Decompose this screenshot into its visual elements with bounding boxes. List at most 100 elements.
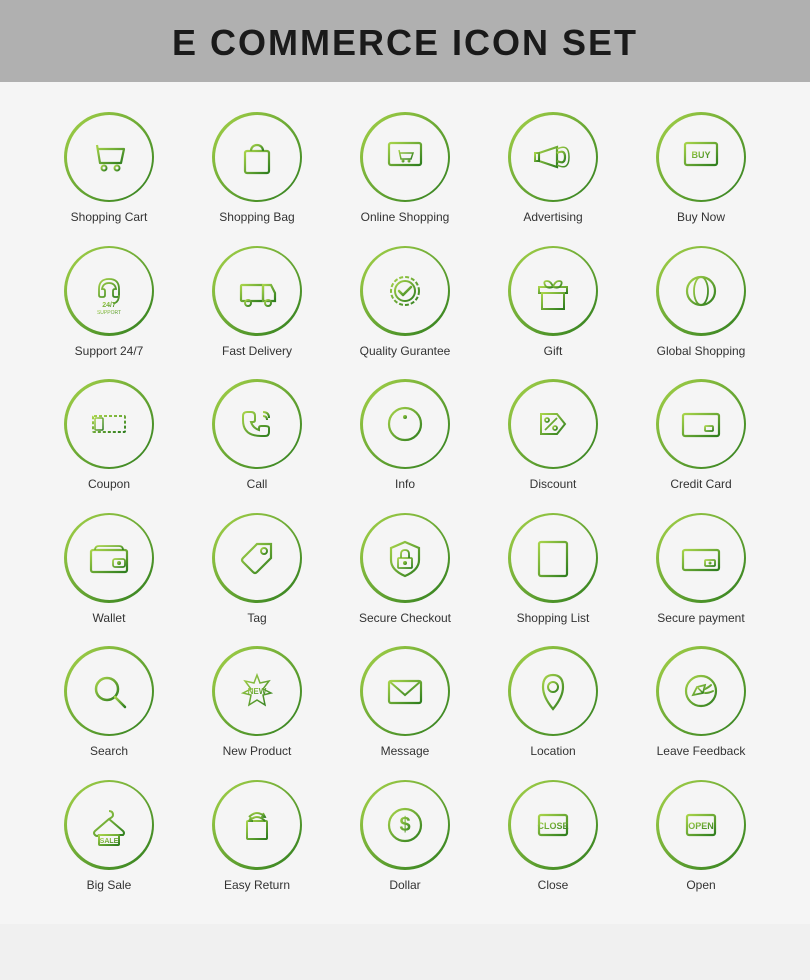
icon-item-leave-feedback: Leave Feedback — [632, 646, 770, 760]
leave-feedback-icon — [677, 667, 725, 715]
new-product-label: New Product — [223, 744, 292, 760]
icon-circle-open: OPEN — [656, 780, 746, 870]
icon-circle-new-product: NEW — [212, 646, 302, 736]
shopping-bag-icon — [233, 133, 281, 181]
icon-circle-secure-checkout — [360, 513, 450, 603]
icon-circle-buy-now: BUY — [656, 112, 746, 202]
shopping-list-label: Shopping List — [517, 611, 590, 627]
page-header: E COMMERCE ICON SET — [0, 0, 810, 82]
icon-item-shopping-list: Shopping List — [484, 513, 622, 627]
icon-item-online-shopping: Online Shopping — [336, 112, 474, 226]
icon-item-open: OPEN Open — [632, 780, 770, 894]
gift-icon — [529, 267, 577, 315]
easy-return-icon — [233, 801, 281, 849]
icon-item-secure-checkout: Secure Checkout — [336, 513, 474, 627]
shopping-cart-label: Shopping Cart — [71, 210, 148, 226]
big-sale-label: Big Sale — [87, 878, 132, 894]
open-label: Open — [686, 878, 715, 894]
close-label: Close — [538, 878, 569, 894]
icon-item-message: Message — [336, 646, 474, 760]
svg-text:SUPPORT: SUPPORT — [97, 310, 121, 315]
message-icon — [381, 667, 429, 715]
shopping-bag-label: Shopping Bag — [219, 210, 294, 226]
secure-payment-icon — [677, 534, 725, 582]
info-icon — [381, 400, 429, 448]
icon-item-global-shopping: Global Shopping — [632, 246, 770, 360]
icon-circle-call — [212, 379, 302, 469]
icon-circle-support-247: 24/7 SUPPORT — [64, 246, 154, 336]
buy-now-icon: BUY — [677, 133, 725, 181]
tag-label: Tag — [247, 611, 266, 627]
icon-item-advertising: Advertising — [484, 112, 622, 226]
icon-circle-wallet — [64, 513, 154, 603]
icon-circle-search — [64, 646, 154, 736]
icon-item-shopping-bag: Shopping Bag — [188, 112, 326, 226]
icon-grid: Shopping Cart Shopping Bag — [40, 112, 770, 894]
icon-item-big-sale: SALE Big Sale — [40, 780, 178, 894]
icon-circle-tag — [212, 513, 302, 603]
info-label: Info — [395, 477, 415, 493]
icon-grid-container: Shopping Cart Shopping Bag — [0, 82, 810, 924]
icon-item-wallet: Wallet — [40, 513, 178, 627]
support-247-label: Support 24/7 — [75, 344, 144, 360]
easy-return-label: Easy Return — [224, 878, 290, 894]
icon-circle-fast-delivery — [212, 246, 302, 336]
icon-circle-message — [360, 646, 450, 736]
icon-item-secure-payment: Secure payment — [632, 513, 770, 627]
dollar-label: Dollar — [389, 878, 420, 894]
icon-circle-location — [508, 646, 598, 736]
call-icon — [233, 400, 281, 448]
svg-text:CLOSE: CLOSE — [537, 821, 568, 831]
svg-text:24/7: 24/7 — [102, 302, 116, 309]
quality-guarantee-label: Quality Gurantee — [360, 344, 451, 360]
svg-text:NEW: NEW — [248, 687, 267, 696]
advertising-icon — [529, 133, 577, 181]
icon-item-quality-guarantee: Quality Gurantee — [336, 246, 474, 360]
coupon-label: Coupon — [88, 477, 130, 493]
icon-item-location: Location — [484, 646, 622, 760]
icon-item-info: Info — [336, 379, 474, 493]
advertising-label: Advertising — [523, 210, 582, 226]
discount-label: Discount — [530, 477, 577, 493]
icon-item-search: Search — [40, 646, 178, 760]
icon-item-fast-delivery: Fast Delivery — [188, 246, 326, 360]
fast-delivery-icon — [233, 267, 281, 315]
icon-circle-big-sale: SALE — [64, 780, 154, 870]
icon-circle-leave-feedback — [656, 646, 746, 736]
big-sale-icon: SALE — [85, 801, 133, 849]
icon-circle-close: CLOSE — [508, 780, 598, 870]
icon-circle-coupon — [64, 379, 154, 469]
leave-feedback-label: Leave Feedback — [657, 744, 746, 760]
icon-circle-info — [360, 379, 450, 469]
buy-now-label: Buy Now — [677, 210, 725, 226]
wallet-label: Wallet — [93, 611, 126, 627]
secure-payment-label: Secure payment — [657, 611, 744, 627]
dollar-icon: $ — [381, 801, 429, 849]
icon-item-support-247: 24/7 SUPPORT Support 24/7 — [40, 246, 178, 360]
shopping-list-icon — [529, 534, 577, 582]
support-247-icon: 24/7 SUPPORT — [85, 267, 133, 315]
icon-item-gift: Gift — [484, 246, 622, 360]
icon-item-tag: Tag — [188, 513, 326, 627]
message-label: Message — [381, 744, 430, 760]
online-shopping-label: Online Shopping — [361, 210, 450, 226]
icon-item-coupon: Coupon — [40, 379, 178, 493]
gift-label: Gift — [544, 344, 563, 360]
secure-checkout-icon — [381, 534, 429, 582]
secure-checkout-label: Secure Checkout — [359, 611, 451, 627]
icon-circle-secure-payment — [656, 513, 746, 603]
icon-circle-gift — [508, 246, 598, 336]
icon-circle-global-shopping — [656, 246, 746, 336]
search-label: Search — [90, 744, 128, 760]
icon-circle-credit-card — [656, 379, 746, 469]
credit-card-label: Credit Card — [670, 477, 731, 493]
icon-circle-easy-return — [212, 780, 302, 870]
online-shopping-icon — [381, 133, 429, 181]
icon-circle-quality-guarantee — [360, 246, 450, 336]
icon-circle-shopping-list — [508, 513, 598, 603]
icon-circle-online-shopping — [360, 112, 450, 202]
wallet-icon — [85, 534, 133, 582]
new-product-icon: NEW — [233, 667, 281, 715]
icon-item-buy-now: BUY Buy Now — [632, 112, 770, 226]
icon-circle-advertising — [508, 112, 598, 202]
